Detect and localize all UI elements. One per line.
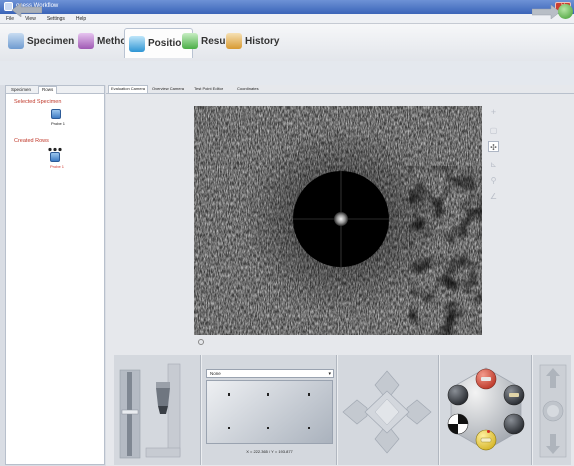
back-arrow-icon[interactable]: [12, 3, 42, 17]
tab-specimen-list[interactable]: Specimen: [8, 87, 34, 92]
menu-bar: File View Settings Help: [0, 14, 574, 24]
tab-evaluation-camera[interactable]: Evaluation Camera: [108, 85, 149, 93]
stage-point[interactable]: [267, 427, 269, 429]
microscope-image[interactable]: [194, 106, 482, 335]
menu-help[interactable]: Help: [70, 14, 91, 22]
menu-settings[interactable]: Settings: [41, 14, 70, 22]
image-settings-icon[interactable]: [198, 339, 204, 345]
move-left-button: [342, 399, 368, 425]
stage-preset-select[interactable]: None ▾: [206, 369, 334, 378]
next-step-button[interactable]: [558, 4, 573, 19]
objective-button-2: [447, 384, 469, 406]
stage-point[interactable]: [308, 427, 310, 429]
stage-point[interactable]: [267, 393, 269, 396]
status-led: [487, 430, 490, 433]
tab-rows[interactable]: Rows: [38, 86, 58, 94]
indentation-spot: [334, 212, 348, 226]
tab-coordinates[interactable]: Coordinates: [235, 86, 261, 91]
chevron-down-icon: ▾: [328, 371, 331, 377]
xy-direction-pad[interactable]: [341, 369, 433, 455]
specimen-icon: [8, 33, 24, 49]
z-slider-thumb: [121, 409, 139, 415]
zoom-tool-icon[interactable]: ⚲: [488, 175, 499, 186]
tab-specimen[interactable]: Specimen: [4, 29, 79, 53]
selected-specimen-label: Probe 1: [51, 121, 66, 126]
history-icon: [226, 33, 242, 49]
tab-history[interactable]: History: [222, 29, 284, 53]
z-axis-control[interactable]: [116, 362, 196, 462]
move-tool-icon[interactable]: ✣: [488, 141, 499, 152]
stage-map[interactable]: [206, 380, 333, 444]
stage-point[interactable]: [228, 427, 230, 429]
created-rows-heading: Created Rows: [14, 138, 49, 144]
tab-overview-camera[interactable]: Overview Camera: [150, 86, 186, 91]
crosshair-tool-icon[interactable]: +: [488, 107, 499, 118]
stage-coordinates: X = 222.365 / Y = 193.877: [246, 449, 293, 454]
objective-button-4: [503, 413, 525, 435]
rectangle-tool-icon[interactable]: ▢: [488, 125, 499, 136]
main-tab-bar: Specimen Method Position Result History: [0, 24, 574, 61]
measure-tool-icon[interactable]: ⊾: [488, 159, 499, 170]
forward-arrow-icon[interactable]: [532, 5, 560, 19]
selected-specimen-heading: Selected Specimen: [14, 99, 62, 105]
navigation-strip: [0, 61, 574, 85]
angle-tool-icon[interactable]: ∠: [488, 191, 499, 202]
objective-turret-control[interactable]: [443, 366, 529, 454]
title-bar: qness Workflow ✕: [0, 0, 574, 14]
method-icon: [78, 33, 94, 49]
row-specimen-icon[interactable]: [50, 152, 60, 162]
move-right-button: [406, 399, 432, 425]
tab-test-point-editor[interactable]: Test Point Editor: [192, 86, 225, 91]
left-panel-tabs: Specimen Rows: [6, 86, 104, 94]
left-panel: Specimen Rows Selected Specimen Probe 1 …: [5, 85, 105, 465]
result-icon: [182, 33, 198, 49]
focus-control[interactable]: [539, 364, 567, 458]
position-icon: [129, 35, 145, 52]
stage-point[interactable]: [228, 393, 230, 396]
specimen-icon[interactable]: [51, 109, 61, 119]
stage-point[interactable]: [308, 393, 310, 396]
created-row-label[interactable]: Probe 1: [50, 164, 64, 169]
